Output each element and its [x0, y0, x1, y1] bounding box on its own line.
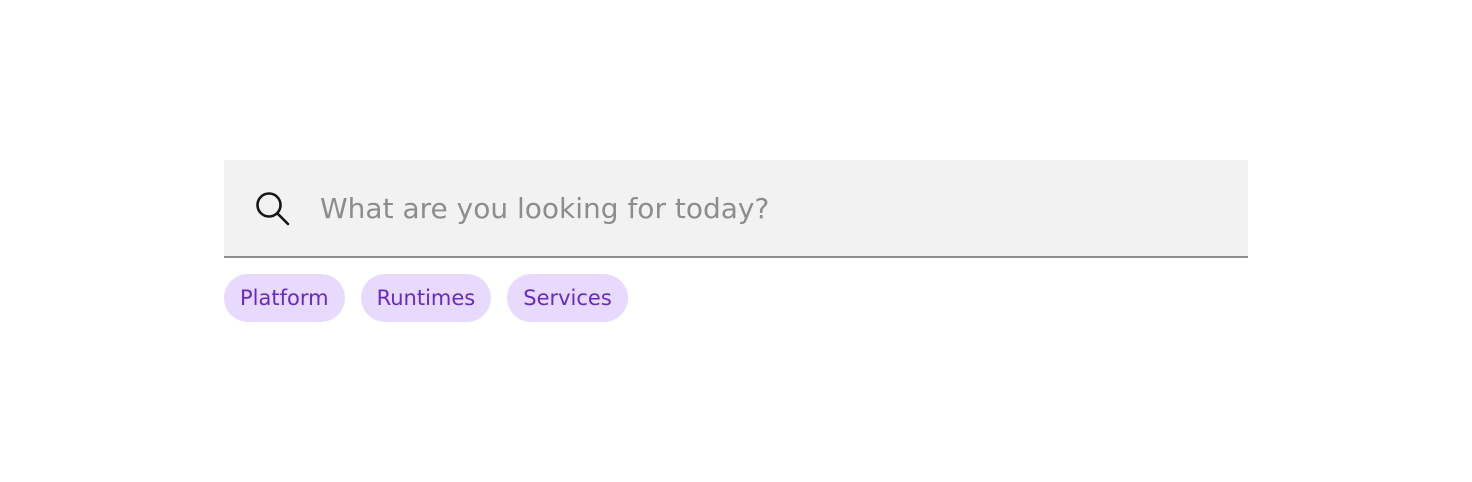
tag-services[interactable]: Services [507, 274, 628, 322]
tag-platform[interactable]: Platform [224, 274, 345, 322]
search-bar[interactable] [224, 160, 1248, 258]
search-container: Platform Runtimes Services [224, 160, 1248, 322]
tag-runtimes[interactable]: Runtimes [360, 274, 492, 322]
search-input[interactable] [320, 160, 1220, 256]
tag-list: Platform Runtimes Services [224, 274, 628, 322]
search-icon[interactable] [254, 190, 292, 228]
